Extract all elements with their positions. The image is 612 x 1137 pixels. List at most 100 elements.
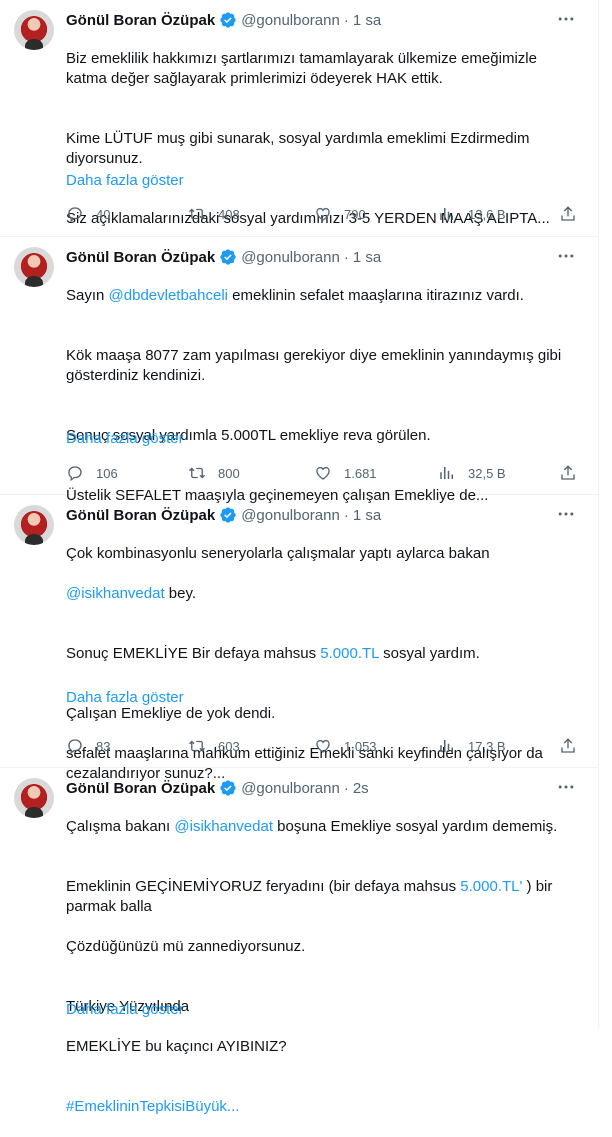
retweet-icon	[189, 740, 205, 752]
timestamp[interactable]: 1 sa	[353, 507, 381, 524]
retweet-count: 408	[218, 206, 240, 222]
tweet-header: Gönül Boran Özüpak @gonulborann · 2s	[66, 778, 369, 798]
author-handle[interactable]: @gonulborann	[241, 249, 340, 266]
tweet-actions: 40 408 790 13,6 B	[66, 204, 586, 224]
tweet-header: Gönül Boran Özüpak @gonulborann · 1 sa	[66, 10, 381, 30]
tweet-text: Çalışma bakanı @isikhanvedat boşuna Emek…	[66, 797, 578, 1137]
tweet-actions: 83 603 1.053 17,3 B	[66, 736, 586, 756]
tweet[interactable]: Gönül Boran Özüpak @gonulborann · 1 sa S…	[0, 237, 598, 504]
show-more-link[interactable]: Daha fazla göster	[66, 1001, 184, 1018]
separator-dot: ·	[343, 779, 349, 797]
retweet-icon	[189, 208, 205, 220]
separator-dot: ·	[343, 11, 349, 29]
views-icon	[440, 208, 453, 220]
verified-badge-icon	[220, 507, 236, 523]
author-name[interactable]: Gönül Boran Özüpak	[66, 507, 215, 524]
more-dots-icon[interactable]	[556, 9, 576, 29]
more-dots-icon[interactable]	[556, 777, 576, 797]
retweet-button[interactable]: 800	[188, 463, 240, 483]
retweet-count: 603	[218, 738, 240, 754]
retweet-icon	[189, 467, 205, 479]
tweet-paragraph: Sonuç EMEKLİYE Bir defaya mahsus 5.000.T…	[66, 644, 578, 664]
author-handle[interactable]: @gonulborann	[241, 12, 340, 29]
share-button[interactable]	[559, 463, 577, 483]
hashtag-link[interactable]: #EmeklininTepkisiBüyük...	[66, 1097, 578, 1117]
share-button[interactable]	[559, 736, 577, 756]
like-icon	[316, 207, 330, 221]
tweet-paragraph: Sayın @dbdevletbahceli emeklinin sefalet…	[66, 286, 578, 306]
like-button[interactable]: 1.053	[314, 736, 377, 756]
reply-button[interactable]: 40	[66, 204, 110, 224]
author-name[interactable]: Gönül Boran Özüpak	[66, 780, 215, 797]
avatar[interactable]	[14, 505, 54, 545]
separator-dot: ·	[343, 506, 349, 524]
timestamp[interactable]: 2s	[353, 780, 369, 797]
text-fragment: emeklinin sefalet maaşlarına itirazınız …	[228, 287, 524, 304]
tweet[interactable]: Gönül Boran Özüpak @gonulborann · 1 sa B…	[0, 0, 598, 237]
mention-link[interactable]: @isikhanvedat	[174, 818, 273, 835]
tweet-text: Çok kombinasyonlu seneryolarla çalışmala…	[66, 524, 578, 804]
more-dots-icon[interactable]	[556, 246, 576, 266]
like-icon	[316, 739, 330, 753]
views-count: 17,3 B	[468, 738, 506, 754]
tweet-actions: 106 800 1.681 32,5 B	[66, 463, 586, 483]
avatar[interactable]	[14, 778, 54, 818]
views-button[interactable]: 17,3 B	[438, 736, 506, 756]
verified-badge-icon	[220, 780, 236, 796]
show-more-link[interactable]: Daha fazla göster	[66, 689, 184, 706]
share-button[interactable]	[559, 204, 577, 224]
text-fragment: Sonuç EMEKLİYE Bir defaya mahsus	[66, 645, 321, 662]
author-handle[interactable]: @gonulborann	[241, 507, 340, 524]
timestamp[interactable]: 1 sa	[353, 249, 381, 266]
reply-button[interactable]: 83	[66, 736, 110, 756]
like-count: 1.681	[344, 465, 377, 481]
reply-button[interactable]: 106	[66, 463, 118, 483]
mention-link[interactable]: @isikhanvedat	[66, 585, 165, 602]
show-more-link[interactable]: Daha fazla göster	[66, 172, 184, 189]
reply-icon	[68, 207, 82, 223]
like-button[interactable]: 790	[314, 204, 366, 224]
share-icon	[561, 206, 575, 221]
more-dots-icon[interactable]	[556, 504, 576, 524]
author-name[interactable]: Gönül Boran Özüpak	[66, 249, 215, 266]
reply-count: 106	[96, 465, 118, 481]
timestamp[interactable]: 1 sa	[353, 12, 381, 29]
tweet-paragraph: Emeklinin GEÇİNEMİYORUZ feryadını (bir d…	[66, 877, 566, 917]
author-name[interactable]: Gönül Boran Özüpak	[66, 12, 215, 29]
tweet-paragraph: EMEKLİYE bu kaçıncı AYIBINIZ?	[66, 1038, 287, 1055]
share-icon	[561, 465, 575, 480]
reply-count: 83	[96, 738, 111, 754]
timeline-feed: Gönül Boran Özüpak @gonulborann · 1 sa B…	[0, 0, 599, 1115]
tweet-paragraph: Çalışma bakanı @isikhanvedat boşuna Emek…	[66, 817, 578, 837]
avatar[interactable]	[14, 10, 54, 50]
reply-icon	[68, 739, 82, 755]
views-button[interactable]: 13,6 B	[438, 204, 506, 224]
tweet-header: Gönül Boran Özüpak @gonulborann · 1 sa	[66, 247, 381, 267]
views-count: 13,6 B	[468, 206, 506, 222]
tweet-text: Sayın @dbdevletbahceli emeklinin sefalet…	[66, 266, 578, 526]
avatar[interactable]	[14, 247, 54, 287]
mention-link[interactable]: @dbdevletbahceli	[109, 287, 228, 304]
tweet-paragraph: Çözdüğünüzü mü zannediyorsunuz.	[66, 938, 306, 955]
share-icon	[561, 738, 575, 753]
views-button[interactable]: 32,5 B	[438, 463, 506, 483]
show-more-link[interactable]: Daha fazla göster	[66, 430, 184, 447]
text-fragment: sosyal yardım.	[378, 645, 480, 662]
tweet-paragraph: Kime LÜTUF muş gibi sunarak, sosyal yard…	[66, 130, 530, 167]
retweet-count: 800	[218, 465, 240, 481]
views-icon	[440, 467, 453, 479]
like-button[interactable]: 1.681	[314, 463, 377, 483]
inline-link[interactable]: 5.000.TL'	[460, 878, 522, 895]
tweet[interactable]: Gönül Boran Özüpak @gonulborann · 1 sa Ç…	[0, 495, 598, 782]
author-handle[interactable]: @gonulborann	[241, 780, 340, 797]
tweet[interactable]: Gönül Boran Özüpak @gonulborann · 2s Çal…	[0, 768, 598, 1115]
text-fragment: Çalışma bakanı	[66, 818, 175, 835]
reply-count: 40	[96, 206, 111, 222]
tweet-paragraph: Çalışan Emekliye de yok dendi.	[66, 705, 276, 722]
tweet-paragraph: Çok kombinasyonlu seneryolarla çalışmala…	[66, 545, 490, 562]
tweet-paragraph: Kök maaşa 8077 zam yapılması gerekiyor d…	[66, 347, 562, 384]
retweet-button[interactable]: 408	[188, 204, 240, 224]
retweet-button[interactable]: 603	[188, 736, 240, 756]
inline-link[interactable]: 5.000.TL	[320, 645, 379, 662]
tweet-header: Gönül Boran Özüpak @gonulborann · 1 sa	[66, 505, 381, 525]
